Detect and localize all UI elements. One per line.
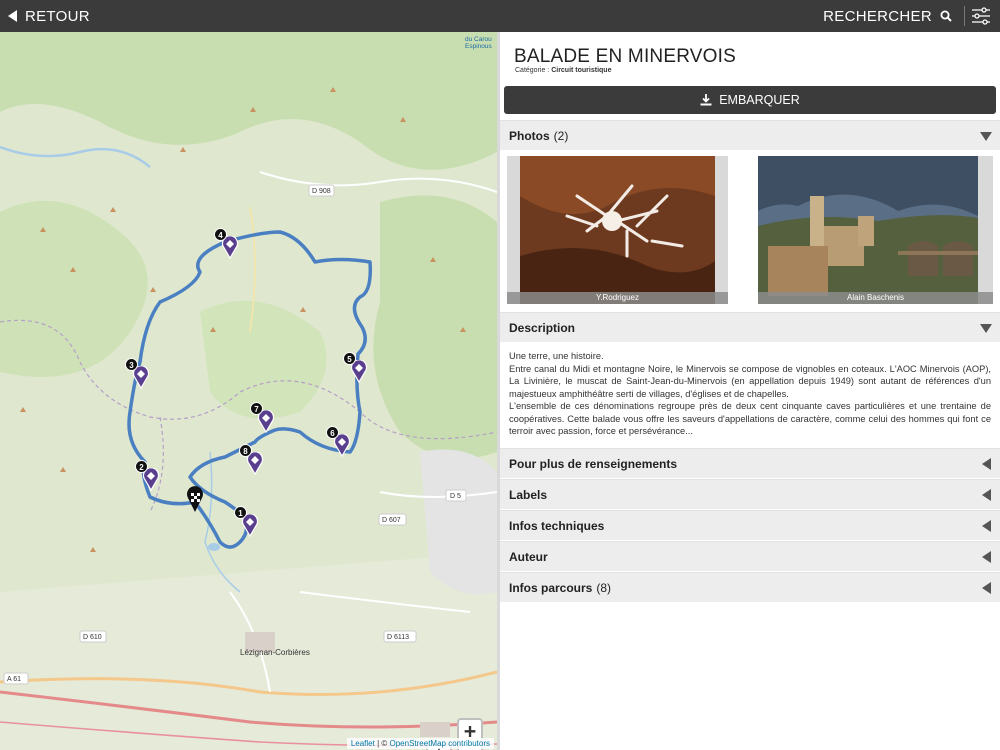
- route-marker-number: 4: [214, 228, 227, 241]
- road-label-d6113: D 6113: [387, 634, 409, 641]
- embark-label: EMBARQUER: [719, 93, 800, 107]
- road-label-a61: A 61: [7, 676, 21, 683]
- section-count: (8): [596, 580, 612, 595]
- embark-button[interactable]: EMBARQUER: [504, 86, 996, 114]
- filter-sliders-icon[interactable]: [970, 5, 992, 27]
- route-marker-5[interactable]: 5: [343, 352, 369, 384]
- section-photos-label: Photos: [509, 128, 550, 143]
- section-label: Infos parcours: [509, 580, 593, 595]
- back-arrow-icon: [8, 10, 17, 22]
- chevron-left-icon: [982, 489, 991, 501]
- place-label-2: Espinous: [465, 43, 492, 50]
- route-marker-number: 7: [250, 402, 263, 415]
- section-route-info[interactable]: Infos parcours (8): [500, 572, 1000, 602]
- category-line: Catégorie : Circuit touristique: [515, 67, 611, 74]
- route-marker-4[interactable]: 4: [214, 228, 240, 260]
- road-label-d610: D 610: [83, 634, 102, 641]
- section-label: Auteur: [509, 549, 548, 564]
- route-marker-number: 3: [125, 358, 138, 371]
- map-pin-icon: [247, 452, 264, 476]
- chevron-down-icon: [980, 132, 992, 141]
- chevron-left-icon: [982, 551, 991, 563]
- description-line: Entre canal du Midi et montagne Noire, l…: [509, 363, 991, 399]
- photo-2[interactable]: Alain Baschenis: [758, 156, 993, 304]
- download-icon: [700, 94, 712, 106]
- section-author[interactable]: Auteur: [500, 541, 1000, 571]
- map-pin-icon: [351, 360, 368, 384]
- leaflet-link[interactable]: Leaflet: [351, 739, 375, 748]
- road-label-d908: D 908: [312, 188, 331, 195]
- photo-1[interactable]: Y.Rodriguez: [507, 156, 728, 304]
- section-technical-info[interactable]: Infos techniques: [500, 510, 1000, 540]
- map-pin-icon: [222, 236, 239, 260]
- route-marker-number: 8: [239, 444, 252, 457]
- route-marker-number: 2: [135, 460, 148, 473]
- section-label: Infos techniques: [509, 518, 605, 533]
- top-bar: RETOUR RECHERCHER: [0, 0, 1000, 32]
- description-line: L'ensemble de ces dénominations regroupe…: [509, 401, 991, 436]
- chevron-left-icon: [982, 520, 991, 532]
- section-description[interactable]: Description: [500, 312, 1000, 342]
- category-value: Circuit touristique: [551, 67, 612, 74]
- route-marker-7[interactable]: 7: [250, 402, 276, 434]
- map-pin-icon: [258, 410, 275, 434]
- map-pin-icon: [334, 434, 351, 458]
- route-marker-2[interactable]: 2: [135, 460, 161, 492]
- section-label: Pour plus de renseignements: [509, 456, 678, 471]
- section-label: Labels: [509, 487, 548, 502]
- attribution-separator: | ©: [374, 739, 390, 748]
- place-label-1: du Carou: [465, 36, 492, 43]
- topbar-separator: [964, 6, 965, 26]
- chevron-left-icon: [982, 458, 991, 470]
- route-marker-1[interactable]: 1: [234, 506, 260, 538]
- map-pin-icon: [143, 468, 160, 492]
- map-pin-icon: [242, 514, 259, 538]
- map-canvas[interactable]: D 908 D 5 D 607 D 610 D 6113 A 61 Lézign…: [0, 32, 497, 750]
- route-marker-3[interactable]: 3: [125, 358, 151, 390]
- search-icon: [940, 10, 952, 22]
- category-label: Catégorie :: [515, 67, 552, 74]
- section-more-info[interactable]: Pour plus de renseignements: [500, 448, 1000, 478]
- back-button[interactable]: RETOUR: [0, 0, 90, 32]
- back-label: RETOUR: [25, 7, 90, 25]
- description-line: Une terre, une histoire.: [509, 351, 604, 361]
- photo-cave-image: [507, 156, 728, 304]
- section-photos[interactable]: Photos (2): [500, 120, 1000, 150]
- section-photos-count: (2): [553, 128, 569, 143]
- route-marker-8[interactable]: 8: [239, 444, 265, 476]
- search-button[interactable]: RECHERCHER: [823, 0, 952, 32]
- chevron-left-icon: [982, 582, 991, 594]
- section-description-label: Description: [509, 320, 576, 335]
- road-label-d607: D 607: [382, 517, 401, 524]
- page-title: BALADE EN MINERVOIS: [514, 46, 737, 67]
- detail-panel: BALADE EN MINERVOIS Catégorie : Circuit …: [500, 32, 1000, 750]
- photo-2-caption: Alain Baschenis: [758, 292, 993, 304]
- description-text: Une terre, une histoire. Entre canal du …: [509, 350, 991, 438]
- search-label: RECHERCHER: [823, 7, 932, 25]
- route-marker-number: 1: [234, 506, 247, 519]
- road-label-d5: D 5: [450, 493, 461, 500]
- route-marker-6[interactable]: 6: [326, 426, 352, 458]
- map-view[interactable]: D 908 D 5 D 607 D 610 D 6113 A 61 Lézign…: [0, 32, 497, 750]
- map-attribution: Leaflet | © OpenStreetMap contributors: [346, 738, 494, 749]
- route-marker-number: 5: [343, 352, 356, 365]
- town-label-lezignan: Lézignan-Corbières: [240, 648, 310, 657]
- section-labels[interactable]: Labels: [500, 479, 1000, 509]
- photo-1-caption: Y.Rodriguez: [507, 292, 728, 304]
- osm-link[interactable]: OpenStreetMap contributors: [390, 739, 491, 748]
- photo-village-image: [758, 156, 993, 304]
- route-marker-number: 6: [326, 426, 339, 439]
- chevron-down-icon: [980, 324, 992, 333]
- map-pin-icon: [133, 366, 150, 390]
